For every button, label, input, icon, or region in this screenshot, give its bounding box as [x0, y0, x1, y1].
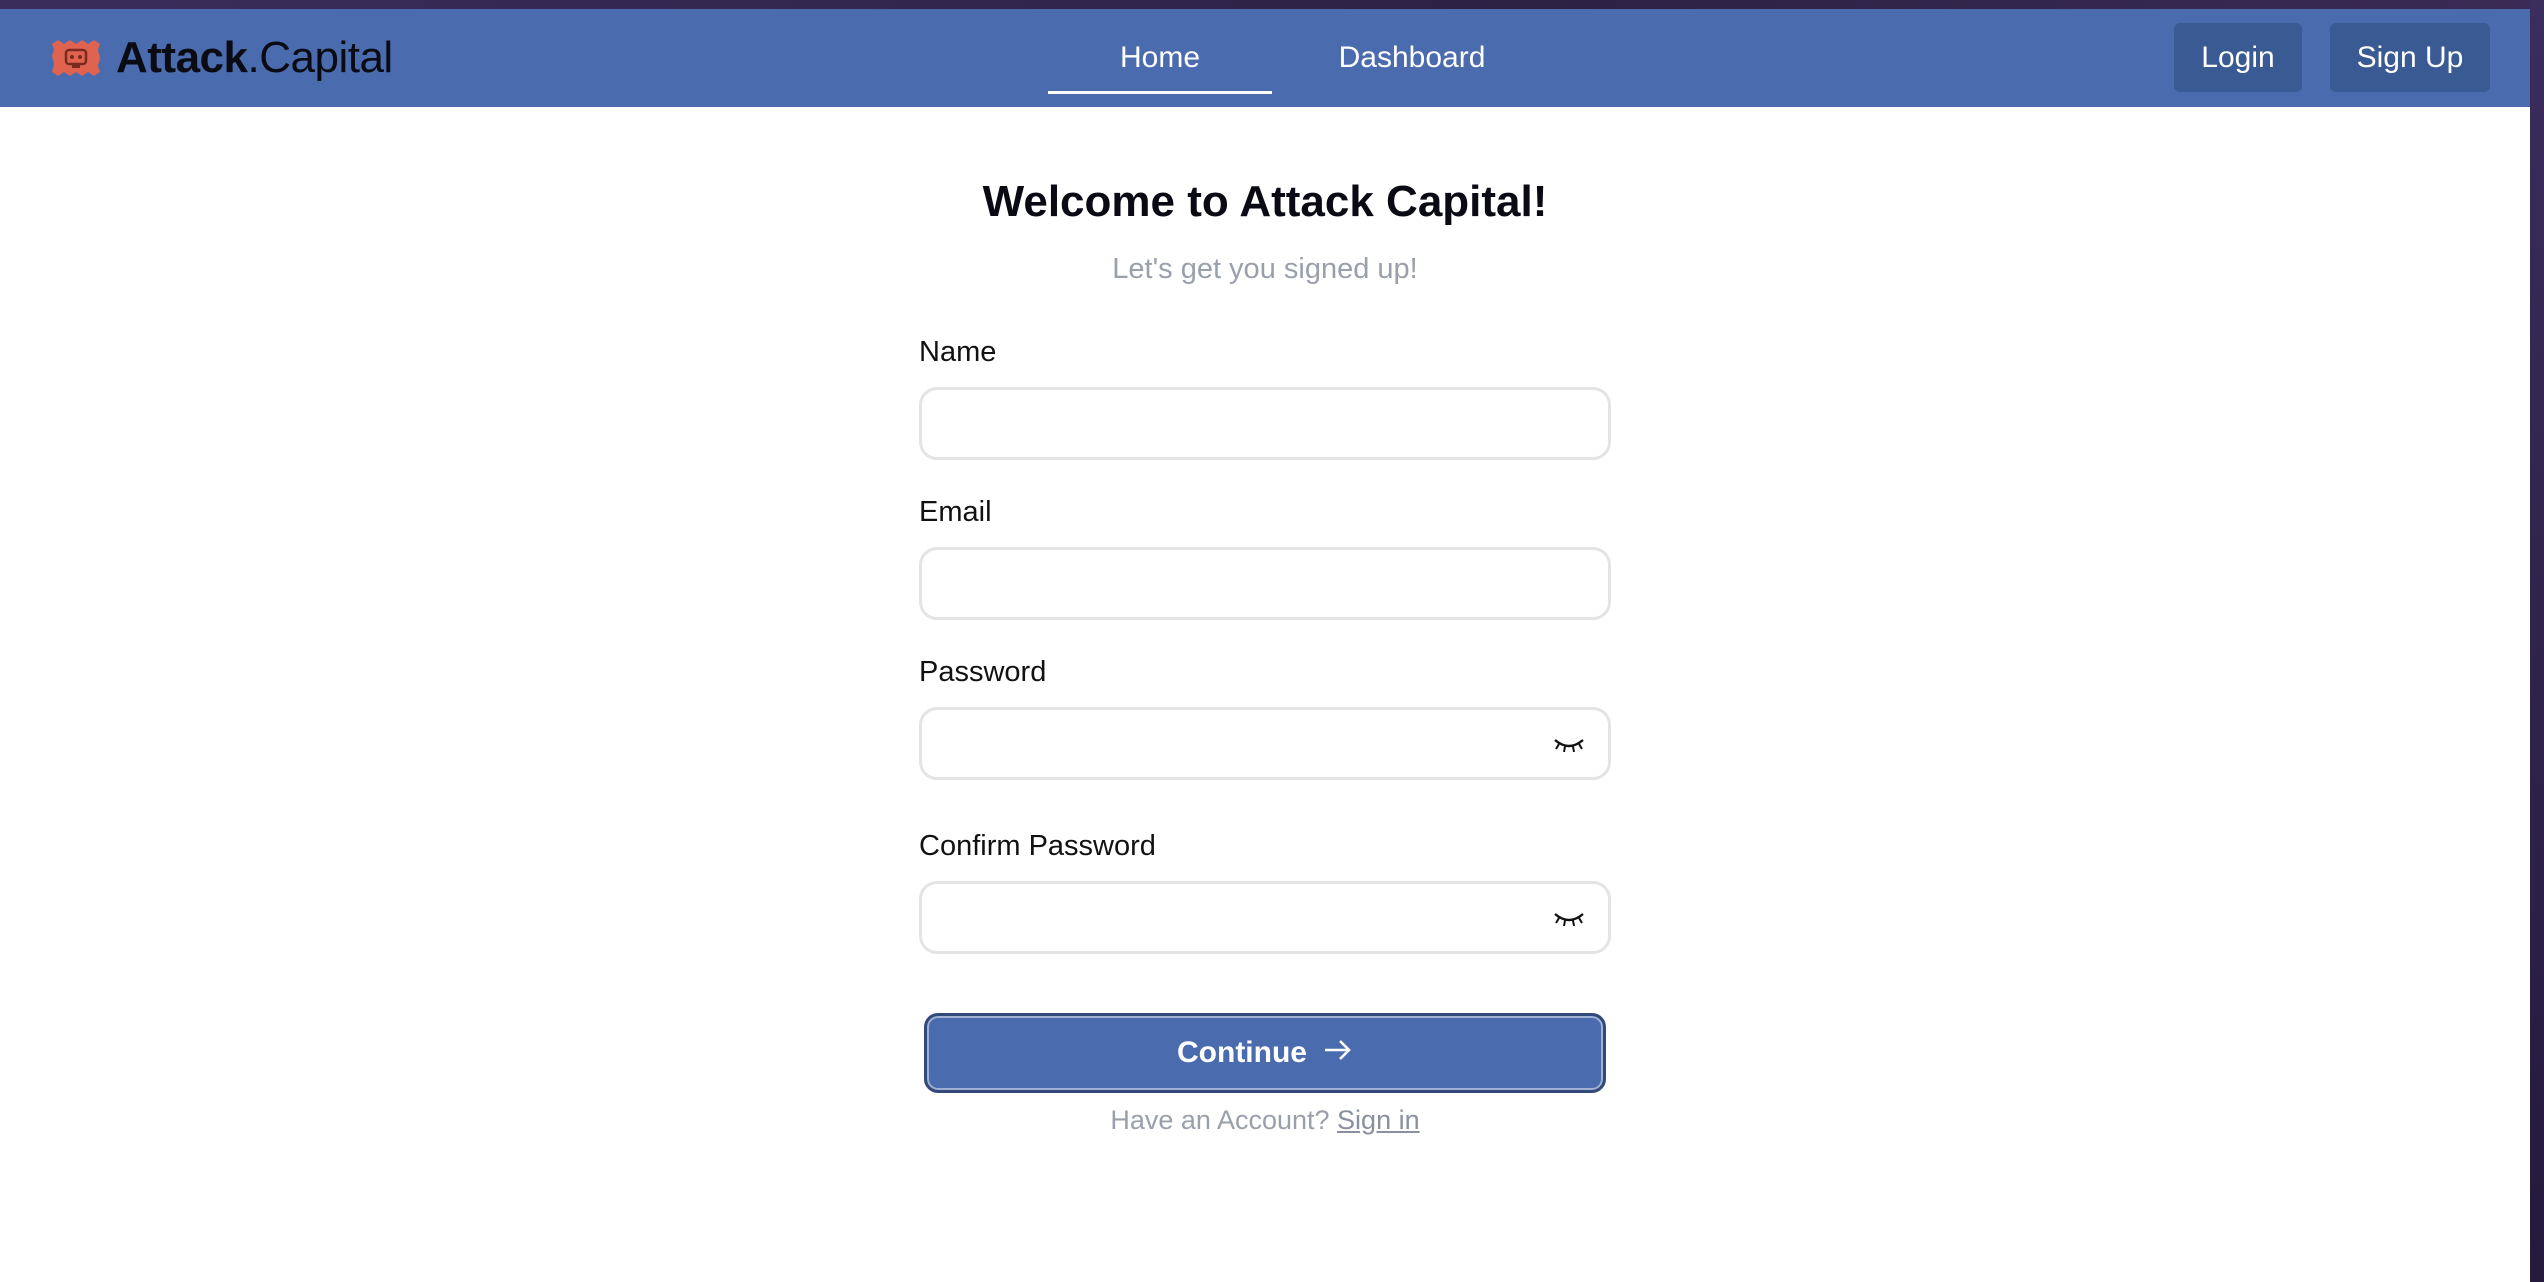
- confirm-password-field[interactable]: [919, 881, 1611, 954]
- brand-logo-icon: [50, 38, 102, 78]
- arrow-right-icon: [1323, 1036, 1353, 1070]
- email-label: Email: [919, 496, 992, 528]
- signup-button[interactable]: Sign Up: [2330, 23, 2490, 92]
- password-label: Password: [919, 656, 1047, 688]
- brand-logo[interactable]: Attack.Capital: [50, 33, 393, 82]
- signin-prompt: Have an Account? Sign in: [0, 1105, 2530, 1136]
- continue-label: Continue: [1177, 1036, 1307, 1069]
- eye-closed-icon[interactable]: [1552, 732, 1586, 756]
- desktop-background-edge: [2530, 0, 2544, 1282]
- signin-link[interactable]: Sign in: [1337, 1105, 1420, 1135]
- eye-closed-icon[interactable]: [1552, 906, 1586, 930]
- nav-dashboard-link[interactable]: Dashboard: [1300, 9, 1524, 107]
- confirm-password-label: Confirm Password: [919, 830, 1156, 862]
- login-button[interactable]: Login: [2174, 23, 2302, 92]
- navbar: Attack.Capital Home Dashboard Login Sign…: [0, 9, 2530, 107]
- email-field[interactable]: [919, 547, 1611, 620]
- page-title: Welcome to Attack Capital!: [982, 177, 1548, 226]
- password-field[interactable]: [919, 707, 1611, 780]
- name-field[interactable]: [919, 387, 1611, 460]
- brand-name: Attack.Capital: [116, 33, 393, 82]
- browser-page: Attack.Capital Home Dashboard Login Sign…: [0, 9, 2530, 1282]
- have-account-text: Have an Account?: [1110, 1105, 1330, 1135]
- nav-home-link[interactable]: Home: [1048, 9, 1272, 107]
- page-subtitle: Let's get you signed up!: [1112, 253, 1418, 285]
- name-label: Name: [919, 336, 997, 368]
- window-top-strip: [0, 0, 2544, 9]
- continue-button[interactable]: Continue: [924, 1013, 1606, 1093]
